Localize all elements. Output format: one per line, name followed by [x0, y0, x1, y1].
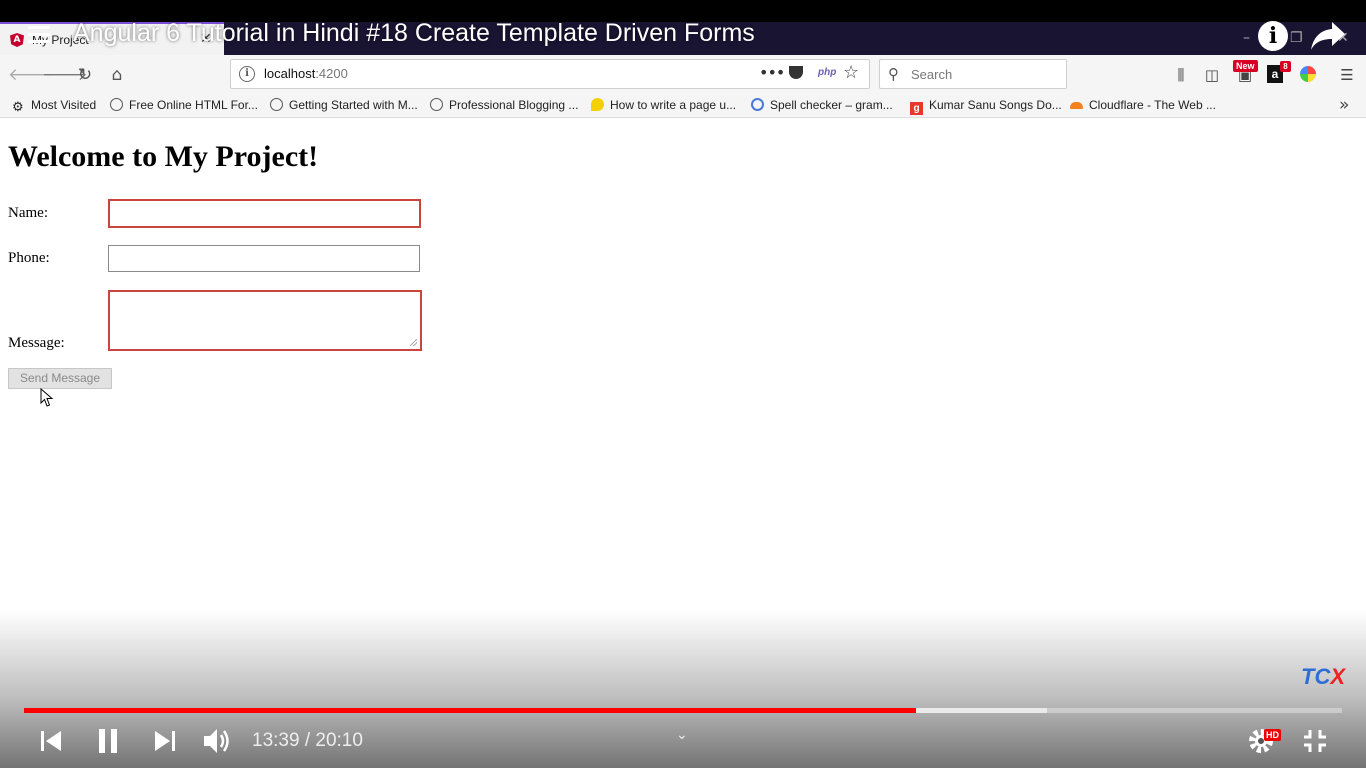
resize-handle-icon[interactable] [410, 339, 417, 346]
gear-icon: ⚙ [12, 99, 24, 114]
globe-icon [110, 98, 123, 111]
pocket-icon[interactable] [789, 66, 803, 79]
previous-icon[interactable] [38, 726, 64, 756]
bookmark-item[interactable]: g Kumar Sanu Songs Do... [910, 98, 1062, 115]
spell-icon [751, 98, 764, 111]
time-display: 13:39 / 20:10 [252, 730, 363, 751]
site-info-icon[interactable]: i [239, 66, 255, 82]
color-picker-icon[interactable] [1300, 66, 1316, 82]
bookmarks-toolbar: ⚙ Most Visited Free Online HTML For... Ge… [0, 94, 1366, 118]
share-icon[interactable] [1310, 20, 1346, 52]
navigation-bar: 🡐 🡒 ↻ ⌂ i localhost:4200 ••• php ☆ ⚲ Sea… [0, 55, 1366, 94]
library-icon[interactable]: ⫼ [1171, 65, 1191, 85]
video-title[interactable]: Angular 6 Tutorial in Hindi #18 Create T… [73, 19, 755, 48]
bookmark-item[interactable]: How to write a page u... [591, 98, 736, 112]
back-icon[interactable]: 🡐 [8, 64, 54, 86]
send-message-button[interactable]: Send Message [8, 368, 112, 389]
bookmark-item[interactable]: Professional Blogging ... [430, 98, 578, 112]
progress-played [24, 708, 917, 713]
message-textarea[interactable] [108, 290, 422, 351]
exit-fullscreen-icon[interactable] [1302, 726, 1328, 756]
bookmark-item[interactable]: Getting Started with M... [270, 98, 418, 112]
hd-badge: HD [1264, 729, 1281, 741]
pause-icon[interactable] [96, 726, 122, 756]
restore-icon[interactable]: ❐ [1290, 30, 1303, 46]
chevron-down-icon[interactable]: ⌄ [676, 727, 688, 743]
search-placeholder: Search [911, 67, 953, 82]
bird-icon [591, 98, 604, 111]
phone-field[interactable] [108, 245, 420, 272]
phone-label: Phone: [8, 250, 50, 266]
message-label: Message: [8, 335, 65, 351]
home-icon[interactable]: ⌂ [106, 64, 128, 86]
amazon-badge: 8 [1280, 61, 1291, 72]
search-icon: ⚲ [888, 65, 899, 83]
menu-icon[interactable]: ☰ [1338, 65, 1356, 85]
reload-icon[interactable]: ↻ [74, 64, 96, 86]
minimize-icon[interactable]: – [1243, 30, 1250, 46]
globe-icon [270, 98, 283, 111]
next-icon[interactable] [152, 726, 178, 756]
mouse-cursor-icon [40, 388, 54, 407]
chevron-right-icon[interactable]: » [1339, 95, 1349, 115]
new-badge: New [1233, 60, 1258, 72]
angular-icon: A [10, 33, 24, 47]
page-actions-icon[interactable]: ••• [759, 63, 785, 82]
sidebar-icon[interactable]: ◫ [1202, 65, 1222, 85]
search-input[interactable]: ⚲ Search [879, 59, 1067, 89]
name-label: Name: [8, 205, 48, 221]
bookmark-item[interactable]: Free Online HTML For... [110, 98, 258, 112]
info-icon[interactable]: i [1258, 21, 1288, 51]
g-icon: g [910, 102, 923, 115]
cloud-icon [1070, 102, 1083, 109]
progress-bar[interactable] [24, 708, 1342, 713]
forward-icon[interactable]: 🡒 [42, 64, 88, 86]
bookmark-most-visited[interactable]: ⚙ Most Visited [12, 98, 96, 113]
url-text[interactable]: localhost:4200 [264, 66, 348, 81]
bookmark-item[interactable]: Spell checker – gram... [751, 98, 893, 112]
channel-watermark[interactable]: TCX [1301, 664, 1345, 690]
volume-icon[interactable] [202, 726, 234, 756]
playlist-menu-icon[interactable] [28, 26, 50, 44]
bookmark-item[interactable]: Cloudflare - The Web ... [1070, 98, 1216, 112]
page-title: Welcome to My Project! [8, 140, 319, 173]
bookmark-star-icon[interactable]: ☆ [843, 62, 859, 83]
name-field[interactable] [108, 199, 421, 228]
php-extension-icon[interactable]: php [818, 67, 836, 78]
globe-icon [430, 98, 443, 111]
url-bar[interactable]: i localhost:4200 ••• php ☆ [230, 59, 870, 89]
